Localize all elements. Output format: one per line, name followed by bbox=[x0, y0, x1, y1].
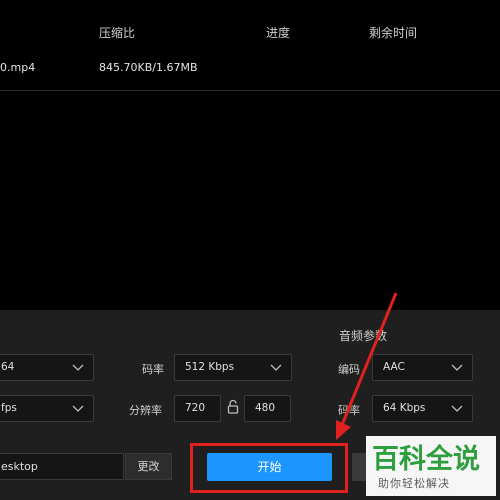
chevron-down-icon bbox=[450, 360, 464, 374]
column-header-ratio: 压缩比 bbox=[99, 26, 136, 40]
fps-select[interactable]: fps bbox=[0, 395, 94, 422]
file-list-header: 压缩比 进度 剩余时间 bbox=[0, 0, 500, 60]
audio-bitrate-value: 64 Kbps bbox=[383, 402, 426, 414]
audio-bitrate-label: 码率 bbox=[338, 404, 360, 417]
lock-icon[interactable] bbox=[226, 399, 240, 415]
video-codec-select[interactable]: 64 bbox=[0, 354, 94, 381]
audio-codec-label: 编码 bbox=[338, 363, 360, 376]
file-ratio: 845.70KB/1.67MB bbox=[99, 61, 198, 74]
output-path-value: esktop bbox=[1, 460, 38, 473]
audio-codec-value: AAC bbox=[383, 361, 405, 373]
change-path-button[interactable]: 更改 bbox=[125, 453, 172, 480]
audio-section-title: 音频参数 bbox=[339, 329, 388, 343]
resolution-label: 分辨率 bbox=[129, 404, 162, 417]
resolution-height-input[interactable]: 480 bbox=[244, 395, 291, 422]
video-codec-value: 64 bbox=[1, 361, 15, 373]
column-header-progress: 进度 bbox=[266, 26, 291, 40]
file-list-empty-area bbox=[0, 92, 500, 310]
watermark-subtitle: 助你轻松解决 bbox=[378, 477, 450, 490]
resolution-height-value: 480 bbox=[255, 402, 276, 414]
chevron-down-icon bbox=[71, 401, 85, 415]
column-header-remaining: 剩余时间 bbox=[369, 26, 418, 40]
resolution-width-input[interactable]: 720 bbox=[174, 395, 221, 422]
watermark: 百科全说 助你轻松解决 bbox=[366, 436, 496, 496]
bitrate-value: 512 Kbps bbox=[185, 361, 235, 373]
chevron-down-icon bbox=[71, 360, 85, 374]
svg-text:百科全说: 百科全说 bbox=[372, 443, 480, 475]
bitrate-label: 码率 bbox=[142, 363, 164, 376]
resolution-width-value: 720 bbox=[185, 402, 206, 414]
chevron-down-icon bbox=[450, 401, 464, 415]
bitrate-select[interactable]: 512 Kbps bbox=[174, 354, 292, 381]
fps-value: fps bbox=[1, 402, 17, 414]
file-row[interactable]: 0.mp4 845.70KB/1.67MB bbox=[0, 55, 500, 91]
audio-codec-select[interactable]: AAC bbox=[372, 354, 473, 381]
audio-bitrate-select[interactable]: 64 Kbps bbox=[372, 395, 473, 422]
file-name: 0.mp4 bbox=[0, 61, 36, 74]
output-path-input[interactable]: esktop bbox=[0, 453, 124, 480]
chevron-down-icon bbox=[269, 360, 283, 374]
start-button-highlight bbox=[190, 443, 348, 493]
